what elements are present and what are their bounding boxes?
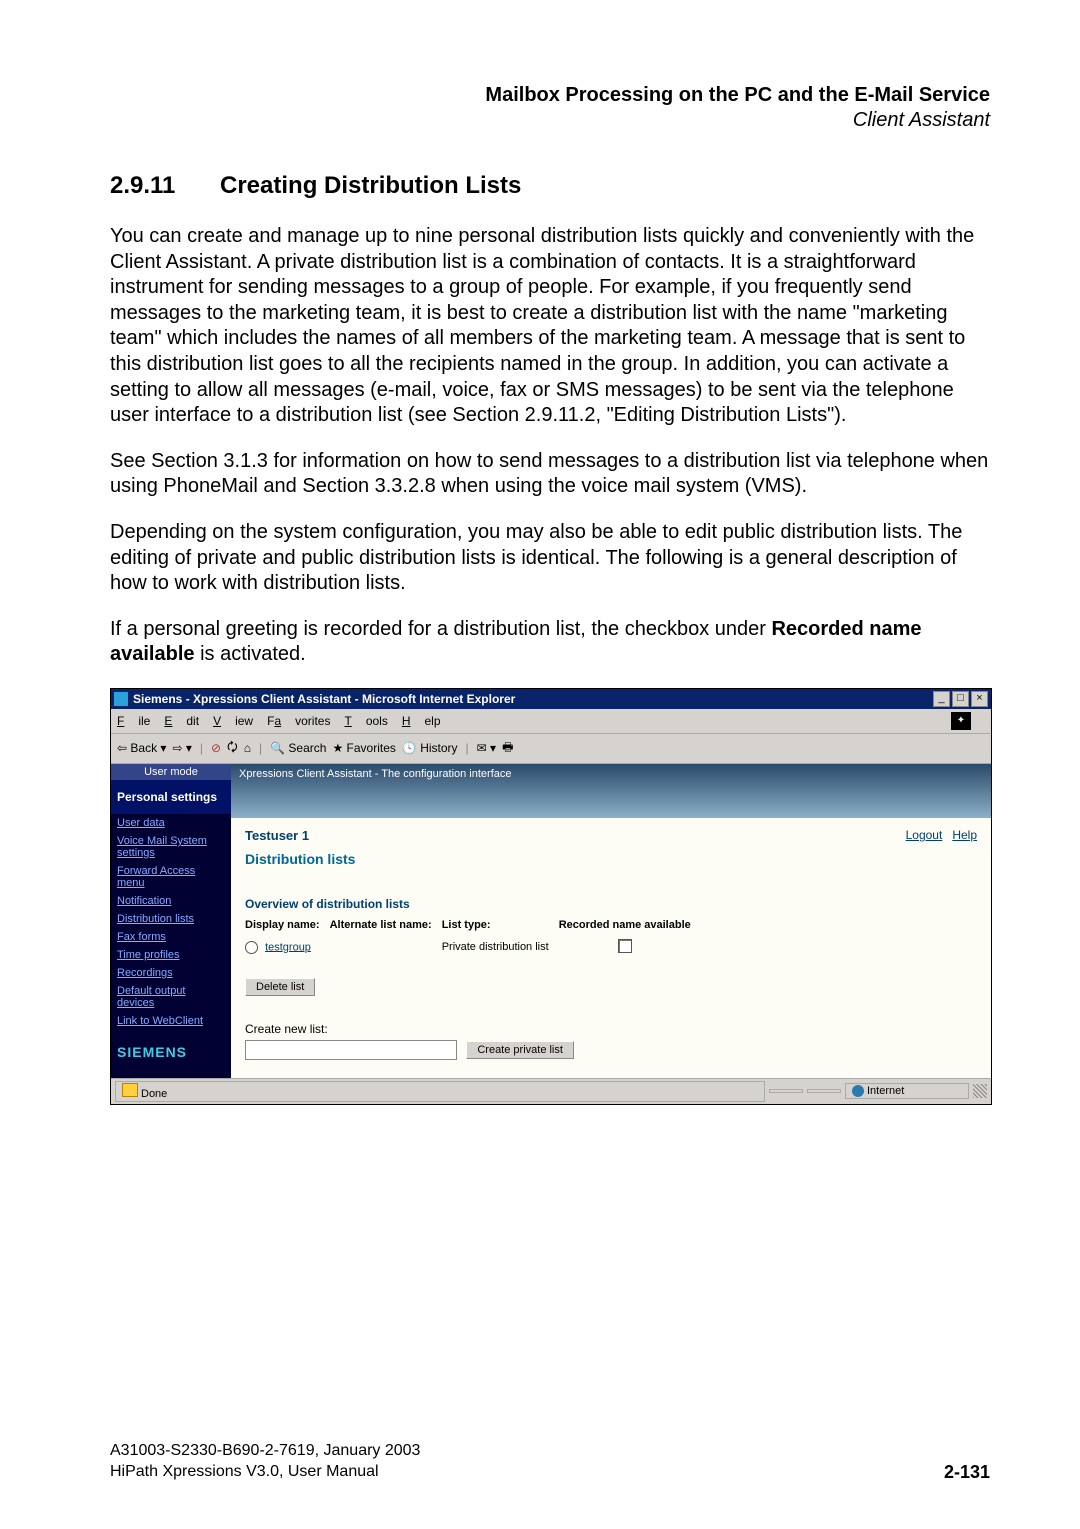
siemens-logo: SIEMENS xyxy=(111,1030,231,1078)
table-header-row: Display name: Alternate list name: List … xyxy=(245,917,701,937)
status-bar: Done Internet xyxy=(111,1078,991,1104)
row-name-link[interactable]: testgroup xyxy=(265,941,311,953)
para-2: See Section 3.1.3 for information on how… xyxy=(110,449,990,500)
sidebar: User mode Personal settings User data Vo… xyxy=(111,764,231,1078)
window-titlebar: Siemens - Xpressions Client Assistant - … xyxy=(111,689,991,709)
window-title: Siemens - Xpressions Client Assistant - … xyxy=(133,692,931,706)
delete-list-button[interactable]: Delete list xyxy=(245,978,315,996)
menu-edit[interactable]: Edit xyxy=(164,714,199,728)
resize-grip-icon xyxy=(973,1084,987,1098)
table-row: testgroup Private distribution list xyxy=(245,937,701,958)
sidebar-item-distribution-lists[interactable]: Distribution lists xyxy=(111,910,231,928)
search-button[interactable]: 🔍 Search xyxy=(270,741,326,755)
home-button[interactable]: ⌂ xyxy=(244,741,251,755)
maximize-button[interactable]: □ xyxy=(952,691,969,707)
close-button[interactable]: × xyxy=(971,691,988,707)
header-title-italic: Client Assistant xyxy=(110,109,990,132)
row-list-type: Private distribution list xyxy=(442,937,559,958)
distribution-table: Display name: Alternate list name: List … xyxy=(245,917,701,958)
header-title-bold: Mailbox Processing on the PC and the E-M… xyxy=(110,84,990,107)
col-display-name: Display name: xyxy=(245,917,330,937)
status-empty-1 xyxy=(769,1089,803,1093)
status-empty-2 xyxy=(807,1089,841,1093)
sidebar-item-forward-access[interactable]: Forward Access menu xyxy=(111,862,231,892)
sidebar-personal-settings: Personal settings xyxy=(111,780,231,814)
favorites-button[interactable]: ★ Favorites xyxy=(332,741,395,755)
sidebar-item-notification[interactable]: Notification xyxy=(111,892,231,910)
col-alternate-name: Alternate list name: xyxy=(330,917,442,937)
page-footer: A31003-S2330-B690-2-7619, January 2003 H… xyxy=(110,1441,990,1483)
minimize-button[interactable]: _ xyxy=(933,691,950,707)
help-link[interactable]: Help xyxy=(952,828,977,842)
toolbar: ⇦ Back ▾ ⇨ ▾ | ⊘ 🗘 ⌂ | 🔍 Search ★ Favori… xyxy=(111,734,991,764)
menu-help[interactable]: Help xyxy=(402,714,441,728)
page-heading: Distribution lists xyxy=(245,851,977,867)
sidebar-item-fax-forms[interactable]: Fax forms xyxy=(111,928,231,946)
para-4: If a personal greeting is recorded for a… xyxy=(110,617,990,668)
overview-title: Overview of distribution lists xyxy=(245,897,977,911)
menu-bar: File Edit View Favorites Tools Help ✦ xyxy=(111,709,991,734)
forward-button[interactable]: ⇨ ▾ xyxy=(172,741,191,755)
sidebar-item-user-data[interactable]: User data xyxy=(111,814,231,832)
menu-favorites[interactable]: Favorites xyxy=(267,714,330,728)
menu-view[interactable]: View xyxy=(213,714,253,728)
row-radio[interactable] xyxy=(245,941,258,954)
refresh-button[interactable]: 🗘 xyxy=(227,738,238,759)
history-button[interactable]: 🕓 History xyxy=(402,741,458,755)
create-private-list-button[interactable]: Create private list xyxy=(466,1041,574,1059)
stop-button[interactable]: ⊘ xyxy=(211,741,221,755)
running-header: Mailbox Processing on the PC and the E-M… xyxy=(110,84,990,132)
menu-tools[interactable]: Tools xyxy=(344,714,387,728)
sidebar-item-voice-mail[interactable]: Voice Mail System settings xyxy=(111,832,231,862)
section-number: 2.9.11 xyxy=(110,172,220,200)
sidebar-user-mode: User mode xyxy=(111,764,231,780)
status-done: Done xyxy=(115,1081,765,1102)
browser-window: Siemens - Xpressions Client Assistant - … xyxy=(110,688,992,1105)
new-list-name-input[interactable] xyxy=(245,1040,457,1060)
back-button[interactable]: ⇦ Back ▾ xyxy=(117,741,166,755)
footer-line-1: A31003-S2330-B690-2-7619, January 2003 xyxy=(110,1441,420,1462)
col-list-type: List type: xyxy=(442,917,559,937)
throbber-icon: ✦ xyxy=(951,712,971,730)
internet-zone-icon xyxy=(852,1085,864,1097)
para-3: Depending on the system configuration, y… xyxy=(110,520,990,597)
print-button[interactable]: 🖶 xyxy=(502,738,513,759)
logout-link[interactable]: Logout xyxy=(906,828,943,842)
main-content: Xpressions Client Assistant - The config… xyxy=(231,764,991,1078)
ie-icon xyxy=(114,692,128,706)
create-new-label: Create new list: xyxy=(245,1022,977,1036)
page-number: 2-131 xyxy=(944,1462,990,1483)
section-heading: 2.9.11Creating Distribution Lists xyxy=(110,172,990,200)
col-recorded-name: Recorded name available xyxy=(559,917,701,937)
current-user: Testuser 1 xyxy=(245,828,896,843)
para-1: You can create and manage up to nine per… xyxy=(110,224,990,429)
footer-line-2: HiPath Xpressions V3.0, User Manual xyxy=(110,1462,420,1483)
mail-button[interactable]: ✉ ▾ xyxy=(477,741,496,755)
sidebar-item-webclient[interactable]: Link to WebClient xyxy=(111,1012,231,1030)
status-zone: Internet xyxy=(845,1083,969,1099)
sidebar-item-recordings[interactable]: Recordings xyxy=(111,964,231,982)
section-title: Creating Distribution Lists xyxy=(220,172,521,199)
sidebar-item-time-profiles[interactable]: Time profiles xyxy=(111,946,231,964)
recorded-name-checkbox[interactable] xyxy=(618,939,632,953)
sidebar-item-default-output[interactable]: Default output devices xyxy=(111,982,231,1012)
menu-file[interactable]: File xyxy=(117,714,150,728)
done-icon xyxy=(122,1083,138,1097)
banner: Xpressions Client Assistant - The config… xyxy=(231,764,991,818)
